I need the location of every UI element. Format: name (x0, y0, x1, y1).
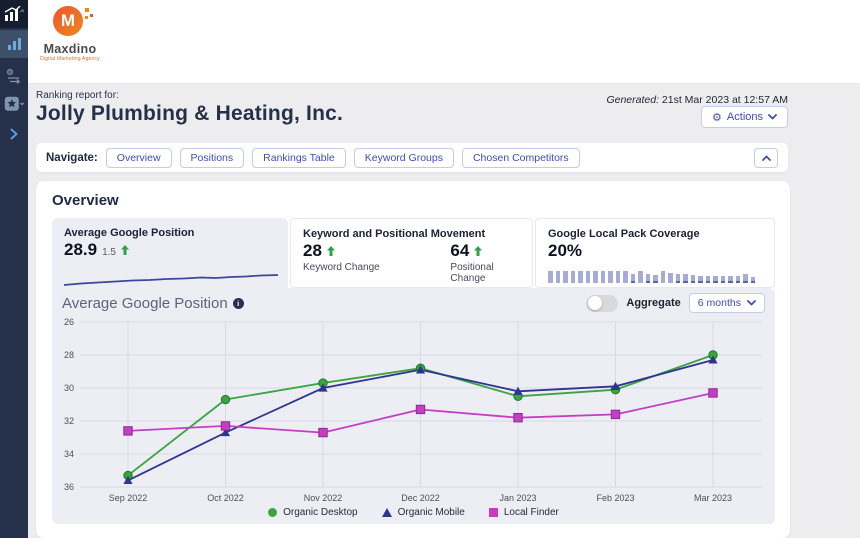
nav-button-keyword-groups[interactable]: Keyword Groups (354, 148, 454, 168)
svg-text:36: 36 (64, 482, 74, 492)
legend-label: Local Finder (504, 507, 559, 518)
svg-text:Mar 2023: Mar 2023 (694, 493, 732, 503)
card-average-google-position[interactable]: Average Google Position 28.9 1.5 (52, 218, 288, 288)
legend-organic-desktop[interactable]: Organic Desktop (268, 507, 357, 518)
bar-chart-icon (7, 37, 22, 51)
local-pack-value: 20% (548, 241, 582, 261)
navigate-bar: Navigate: Overview Positions Rankings Ta… (36, 143, 788, 172)
logo-mark: M (53, 6, 87, 40)
svg-text:32: 32 (64, 416, 74, 426)
generated-value: 21st Mar 2023 at 12:57 AM (659, 94, 788, 106)
actions-button[interactable]: ⚙ Actions (701, 106, 788, 128)
collapse-navigate-button[interactable] (754, 148, 778, 168)
positional-change-value: 64 (450, 241, 469, 261)
ranking-report-page: M Maxdino Digital Marketing Agency Ranki… (0, 0, 860, 538)
keyword-change-value: 28 (303, 241, 322, 261)
overview-heading: Overview (52, 192, 119, 209)
keyword-change-stat: 28 Keyword Change (303, 240, 450, 284)
svg-text:26: 26 (64, 317, 74, 327)
up-arrow-icon (327, 246, 335, 256)
card-title: Average Google Position (64, 227, 276, 239)
svg-text:Sep 2022: Sep 2022 (109, 493, 148, 503)
nav-button-rankings-table[interactable]: Rankings Table (252, 148, 346, 168)
up-arrow-icon (121, 245, 129, 255)
card-keyword-positional-movement[interactable]: Keyword and Positional Movement 28 Keywo… (290, 218, 533, 288)
svg-text:28: 28 (64, 350, 74, 360)
nav-button-chosen-competitors[interactable]: Chosen Competitors (462, 148, 580, 168)
avg-position-value: 28.9 (64, 240, 97, 260)
legend-label: Organic Mobile (398, 507, 465, 518)
sidebar-item-local-route[interactable] (0, 62, 28, 90)
chart-controls: Aggregate 6 months (586, 293, 765, 313)
sidebar-item-rankings[interactable] (0, 30, 28, 58)
app-logo-icon[interactable] (0, 0, 28, 28)
logo-monogram: M (53, 6, 83, 36)
bar-chart-trend-icon (4, 6, 24, 22)
svg-text:Nov 2022: Nov 2022 (304, 493, 343, 503)
svg-text:Feb 2023: Feb 2023 (596, 493, 634, 503)
legend-local-finder[interactable]: Local Finder (489, 507, 559, 518)
stat-cards-row: Average Google Position 28.9 1.5 Keyword… (52, 218, 775, 288)
circle-marker-icon (268, 508, 277, 517)
card-local-pack-coverage[interactable]: Google Local Pack Coverage 20% (535, 218, 775, 288)
svg-text:Jan 2023: Jan 2023 (499, 493, 536, 503)
actions-label: Actions (727, 111, 763, 123)
range-dropdown[interactable]: 6 months (689, 293, 765, 313)
brand-tagline: Digital Marketing Agency (36, 56, 104, 62)
sidebar-item-reviews[interactable] (0, 90, 28, 118)
chevron-right-icon (10, 128, 18, 140)
topbar: M Maxdino Digital Marketing Agency (28, 0, 860, 84)
sidebar (0, 0, 28, 538)
generated-label: Generated: (606, 94, 659, 106)
svg-text:Oct 2022: Oct 2022 (207, 493, 244, 503)
navigate-label: Navigate: (46, 152, 98, 164)
location-route-icon (6, 69, 22, 84)
generated-timestamp: Generated: 21st Mar 2023 at 12:57 AM (606, 94, 788, 106)
nav-button-overview[interactable]: Overview (106, 148, 172, 168)
svg-text:30: 30 (64, 383, 74, 393)
agency-logo: M Maxdino Digital Marketing Agency (36, 4, 104, 80)
svg-text:34: 34 (64, 449, 74, 459)
main-area: M Maxdino Digital Marketing Agency Ranki… (28, 0, 860, 538)
company-title: Jolly Plumbing & Heating, Inc. (36, 102, 343, 126)
overview-panel: Overview Average Google Position 28.9 1.… (36, 181, 790, 538)
keyword-change-label: Keyword Change (303, 262, 450, 273)
card-title: Keyword and Positional Movement (303, 228, 520, 240)
up-arrow-icon (474, 246, 482, 256)
chevron-down-icon (747, 300, 756, 306)
star-square-icon (4, 96, 24, 112)
nav-button-positions[interactable]: Positions (180, 148, 245, 168)
chart-legend: Organic Desktop Organic Mobile Local Fin… (52, 507, 775, 518)
card-title: Google Local Pack Coverage (548, 228, 762, 240)
local-pack-mini-bars (548, 269, 762, 283)
legend-organic-mobile[interactable]: Organic Mobile (382, 507, 465, 518)
chart-title: Average Google Position (62, 295, 228, 312)
range-value: 6 months (698, 297, 741, 309)
positional-change-label: Positional Change (450, 262, 520, 284)
brand-name: Maxdino (36, 42, 104, 56)
legend-label: Organic Desktop (283, 507, 357, 518)
aggregate-label: Aggregate (626, 297, 680, 309)
aggregate-toggle[interactable] (586, 295, 618, 312)
triangle-marker-icon (382, 508, 392, 517)
positional-change-stat: 64 Positional Change (450, 240, 520, 284)
square-marker-icon (489, 508, 498, 517)
position-chart: 26 28 30 32 34 36 Sep 2022 Oct 2022 Nov 2022 Dec … (52, 316, 775, 506)
sidebar-expand-button[interactable] (0, 120, 28, 148)
gear-icon: ⚙ (712, 112, 722, 123)
chevron-up-icon (762, 155, 771, 161)
chevron-down-icon (768, 114, 777, 120)
svg-text:Dec 2022: Dec 2022 (401, 493, 440, 503)
toggle-knob (588, 296, 602, 310)
chart-header: Average Google Position i Aggregate 6 mo… (52, 288, 775, 318)
info-icon[interactable]: i (233, 298, 244, 309)
chart-section: Average Google Position i Aggregate 6 mo… (52, 288, 775, 524)
avg-position-delta: 1.5 (102, 247, 116, 258)
report-for-label: Ranking report for: (36, 90, 119, 101)
